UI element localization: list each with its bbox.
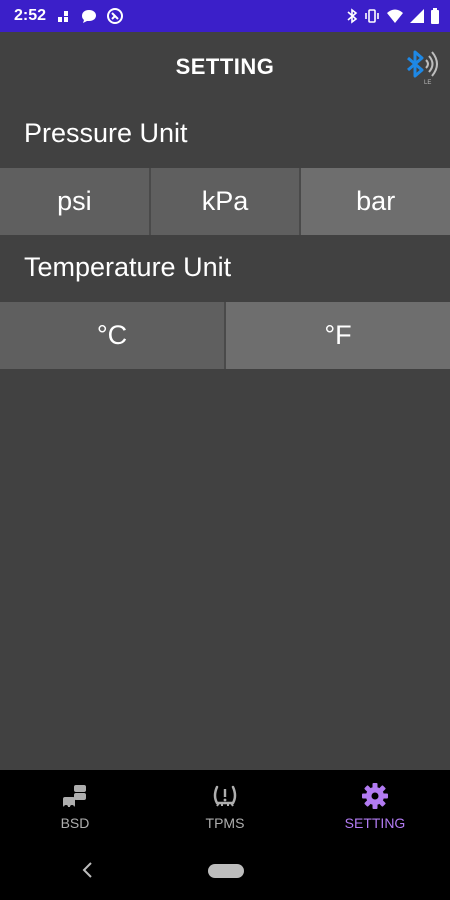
vibrate-icon (363, 8, 381, 24)
nav-label-tpms: TPMS (205, 815, 245, 831)
signal-icon (409, 8, 425, 24)
temperature-option-celsius[interactable]: °C (0, 302, 224, 369)
nav-item-setting[interactable]: SETTING (300, 770, 450, 842)
nav-item-bsd[interactable]: BSD (0, 770, 150, 842)
pressure-unit-label: Pressure Unit (24, 118, 188, 148)
nav-label-bsd: BSD (60, 815, 90, 831)
page-title: SETTING (175, 54, 275, 79)
bluetooth-icon (346, 8, 358, 24)
sim-icon (56, 8, 72, 24)
app-header: SETTING LE (0, 32, 450, 102)
wifi-icon (386, 8, 404, 24)
car-stack-icon (63, 785, 86, 809)
system-navigation-bar (0, 842, 450, 900)
battery-icon (430, 8, 440, 24)
status-bar: 2:52 (0, 0, 450, 32)
pressure-option-kpa[interactable]: kPa (148, 168, 300, 235)
bottom-navigation: BSD TPMS SETTING (0, 770, 450, 842)
pressure-option-psi[interactable]: psi (0, 168, 149, 235)
home-pill-icon[interactable] (208, 864, 244, 878)
chat-icon (80, 8, 98, 24)
nav-label-setting: SETTING (344, 815, 406, 831)
gear-icon (362, 783, 388, 809)
temperature-unit-label: Temperature Unit (24, 252, 232, 282)
tire-pressure-icon (213, 785, 237, 807)
temperature-option-fahrenheit[interactable]: °F (224, 302, 450, 369)
status-time: 2:52 (14, 7, 47, 24)
status-right-icons (346, 8, 440, 24)
bluetooth-le-badge: LE (424, 80, 431, 86)
sync-icon (106, 7, 124, 25)
nav-item-tpms[interactable]: TPMS (150, 770, 300, 842)
status-left-icons (56, 7, 124, 25)
back-chevron-icon[interactable] (76, 856, 100, 884)
pressure-option-bar[interactable]: bar (299, 168, 450, 235)
bluetooth-le-icon[interactable]: LE (398, 44, 442, 88)
temperature-unit-selector: °C °F (0, 302, 450, 369)
pressure-unit-selector: psi kPa bar (0, 168, 450, 235)
